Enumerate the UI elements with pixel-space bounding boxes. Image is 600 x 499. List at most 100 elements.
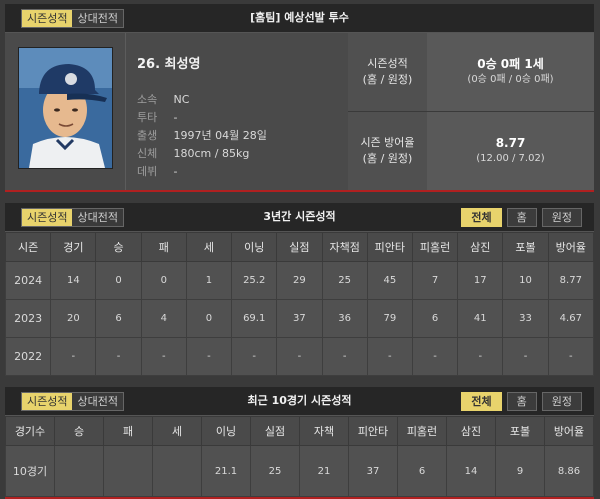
table-cell: 4	[140, 299, 187, 338]
season-era-label: 시즌 방어율	[360, 135, 415, 149]
table-cell: 29	[276, 261, 323, 300]
table-cell: 33	[502, 299, 549, 338]
table-cell: -	[185, 337, 233, 376]
table-row: 2022 - - - - - - - - - - - -	[4, 337, 595, 376]
column-header: 경기수	[5, 416, 55, 446]
filter-all-button[interactable]: 전체	[461, 392, 502, 411]
table-cell	[54, 445, 104, 497]
season-summary: 시즌성적 (홈 / 원정) 0승 0패 1세 (0승 0패 / 0승 0패) 시즌 …	[348, 33, 594, 190]
table-cell: 41	[457, 299, 504, 338]
table-cell: 25	[321, 261, 368, 300]
column-header: 이닝	[201, 416, 251, 446]
table-cell: 1	[185, 261, 233, 300]
column-header: 패	[140, 232, 187, 262]
column-header: 세	[185, 232, 233, 262]
info-label: 데뷔	[137, 165, 158, 178]
column-header: 실점	[250, 416, 300, 446]
info-value: NC	[173, 93, 190, 106]
table-cell: 45	[366, 261, 413, 300]
table-cell: 17	[457, 261, 504, 300]
info-label: 투타	[137, 111, 158, 124]
table-cell	[103, 445, 153, 497]
filter-away-button[interactable]: 원정	[541, 208, 582, 227]
table-row: 2023 20 6 4 0 69.1 37 36 79 6 41 33 4.67	[4, 299, 595, 338]
season-record-label: 시즌성적	[367, 56, 408, 70]
season-header: 시즌성적 상대전적 3년간 시즌성적 전체 홈 원정	[5, 203, 594, 232]
season-era-split: (12.00 / 7.02)	[476, 152, 545, 164]
column-header: 삼진	[457, 232, 504, 262]
table-header-row: 시즌 경기 승 패 세 이닝 실점 자책점 피안타 피홈런 삼진 포볼 방어율	[4, 232, 595, 262]
season-era-row: 시즌 방어율 (홈 / 원정) 8.77 (12.00 / 7.02)	[348, 111, 594, 190]
table-cell: -	[457, 337, 504, 376]
table-cell: 14	[50, 261, 97, 300]
season-stats-table: 시즌 경기 승 패 세 이닝 실점 자책점 피안타 피홈런 삼진 포볼 방어율 …	[4, 232, 595, 376]
table-cell: 21	[299, 445, 349, 497]
table-cell: 79	[366, 299, 413, 338]
column-header: 패	[103, 416, 153, 446]
table-cell: -	[321, 337, 368, 376]
table-cell	[152, 445, 202, 497]
column-header: 피홈런	[411, 232, 459, 262]
filter-home-button[interactable]: 홈	[506, 392, 537, 411]
column-header: 피홈런	[397, 416, 447, 446]
profile-header: 시즌성적 상대전적 [홈팀] 예상선발 투수	[5, 4, 594, 33]
filter-away-button[interactable]: 원정	[541, 392, 582, 411]
column-header: 경기	[50, 232, 97, 262]
filter-all-button[interactable]: 전체	[461, 208, 502, 227]
column-header: 자책점	[321, 232, 368, 262]
table-cell: -	[502, 337, 549, 376]
column-header: 피안타	[366, 232, 413, 262]
info-value: -	[173, 165, 178, 178]
info-debut: 데뷔 -	[137, 163, 267, 181]
table-cell: 20	[50, 299, 97, 338]
table-row: 10경기 21.1 25 21 37 6 14 9 8.86	[5, 445, 594, 497]
table-cell: -	[95, 337, 142, 376]
table-cell: 0	[185, 299, 233, 338]
column-header: 승	[95, 232, 142, 262]
table-cell: 37	[276, 299, 323, 338]
column-header: 포볼	[495, 416, 545, 446]
info-birth: 출생 1997년 04월 28일	[137, 127, 267, 145]
table-cell: 0	[140, 261, 187, 300]
season-record-value: 0승 0패 1세	[477, 56, 544, 71]
column-header: 피안타	[348, 416, 398, 446]
info-label: 신체	[137, 147, 158, 160]
profile-divider	[125, 33, 126, 190]
column-header: 삼진	[446, 416, 496, 446]
season-record-row: 시즌성적 (홈 / 원정) 0승 0패 1세 (0승 0패 / 0승 0패)	[348, 33, 594, 112]
table-cell: 21.1	[201, 445, 251, 497]
table-cell: 69.1	[231, 299, 278, 338]
table-cell: 37	[348, 445, 398, 497]
column-header: 승	[54, 416, 104, 446]
table-cell: 0	[95, 261, 142, 300]
pitcher-profile-panel: 시즌성적 상대전적 [홈팀] 예상선발 투수 26. 최성영 소속 NC 투타 …	[5, 4, 594, 192]
table-cell: 10	[502, 261, 549, 300]
column-header: 포볼	[502, 232, 549, 262]
three-year-stats-panel: 시즌성적 상대전적 3년간 시즌성적 전체 홈 원정 시즌 경기 승 패 세 이…	[4, 203, 595, 376]
info-label: 출생	[137, 129, 158, 142]
column-header: 시즌	[4, 232, 52, 262]
recent-stats-table: 경기수 승 패 세 이닝 실점 자책 피안타 피홈런 삼진 포볼 방어율 10경…	[5, 416, 594, 497]
table-cell: 6	[411, 299, 459, 338]
player-name: 26. 최성영	[137, 57, 201, 72]
table-cell: 25	[250, 445, 300, 497]
table-cell: 2023	[4, 299, 52, 338]
table-cell: -	[50, 337, 97, 376]
table-cell: 36	[321, 299, 368, 338]
table-cell: 4.67	[547, 299, 595, 338]
table-cell: 6	[397, 445, 447, 497]
table-cell: -	[276, 337, 323, 376]
season-era-value: 8.77	[495, 135, 526, 150]
table-cell: 10경기	[5, 445, 55, 497]
column-header: 방어율	[547, 232, 595, 262]
recent-header: 시즌성적 상대전적 최근 10경기 시즌성적 전체 홈 원정	[5, 387, 594, 416]
table-cell: -	[366, 337, 413, 376]
info-body: 신체 180cm / 85kg	[137, 145, 267, 163]
table-cell: -	[231, 337, 278, 376]
table-cell: 9	[495, 445, 545, 497]
table-cell: 8.77	[547, 261, 595, 300]
filter-home-button[interactable]: 홈	[506, 208, 537, 227]
table-cell: -	[547, 337, 595, 376]
column-header: 자책	[299, 416, 349, 446]
table-cell: 2022	[4, 337, 52, 376]
